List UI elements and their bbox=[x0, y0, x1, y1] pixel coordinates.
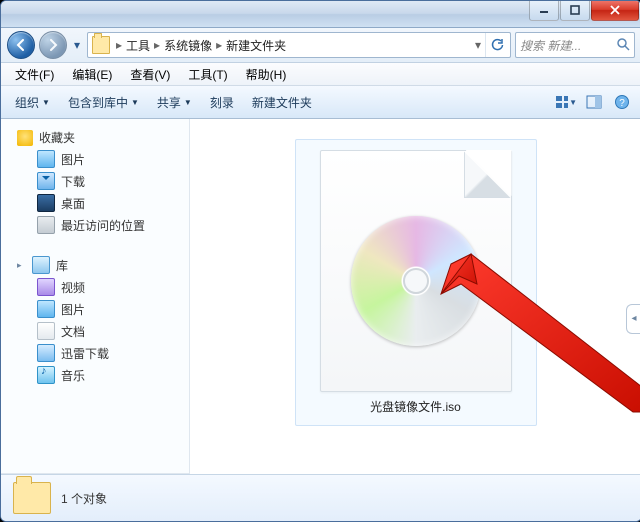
sidebar-item-label: 文档 bbox=[61, 323, 85, 340]
search-input[interactable]: 搜索 新建... bbox=[515, 32, 635, 58]
file-name-label: 光盘镜像文件.iso bbox=[370, 398, 461, 415]
page-fold-icon bbox=[464, 151, 511, 198]
organize-label: 组织 bbox=[15, 94, 39, 111]
new-folder-button[interactable]: 新建文件夹 bbox=[246, 92, 318, 113]
libraries-group: ▸ 库 视频 图片 文档 迅雷下载 bbox=[5, 254, 185, 386]
view-mode-button[interactable]: ▼ bbox=[555, 91, 577, 113]
sidebar-item-label: 最近访问的位置 bbox=[61, 217, 145, 234]
command-bar: 组织▼ 包含到库中▼ 共享▼ 刻录 新建文件夹 ▼ ? bbox=[1, 86, 640, 119]
sidebar-item-recent[interactable]: 最近访问的位置 bbox=[5, 214, 185, 236]
explorer-window: ▾ ▸ 工具 ▸ 系统镜像 ▸ 新建文件夹 ▾ 搜索 新建... 文件(F) 编… bbox=[0, 0, 640, 522]
menu-tools[interactable]: 工具(T) bbox=[180, 64, 235, 85]
sidebar-item-label: 下载 bbox=[61, 173, 85, 190]
iso-file-icon bbox=[320, 150, 512, 392]
libraries-header[interactable]: ▸ 库 bbox=[5, 254, 185, 276]
downloads-icon bbox=[37, 172, 55, 190]
favorites-label: 收藏夹 bbox=[39, 129, 75, 146]
status-text: 1 个对象 bbox=[61, 490, 107, 507]
share-label: 共享 bbox=[157, 94, 181, 111]
sidebar-item-thunder[interactable]: 迅雷下载 bbox=[5, 342, 185, 364]
share-button[interactable]: 共享▼ bbox=[151, 92, 198, 113]
music-icon bbox=[37, 366, 55, 384]
crumb-segment[interactable]: 工具 bbox=[126, 37, 150, 54]
sidebar-item-label: 迅雷下载 bbox=[61, 345, 109, 362]
search-placeholder: 搜索 新建... bbox=[520, 37, 581, 54]
pictures-icon bbox=[37, 150, 55, 168]
expand-icon[interactable]: ▸ bbox=[17, 260, 26, 271]
sidebar-item-label: 图片 bbox=[61, 151, 85, 168]
sidebar-item-desktop[interactable]: 桌面 bbox=[5, 192, 185, 214]
sidebar-item-videos[interactable]: 视频 bbox=[5, 276, 185, 298]
preview-pane-toggle[interactable]: ◂ bbox=[626, 304, 640, 334]
minimize-button[interactable] bbox=[529, 0, 559, 21]
address-bar[interactable]: ▸ 工具 ▸ 系统镜像 ▸ 新建文件夹 ▾ bbox=[87, 32, 511, 58]
menu-bar: 文件(F) 编辑(E) 查看(V) 工具(T) 帮助(H) bbox=[1, 63, 640, 86]
forward-button[interactable] bbox=[39, 31, 67, 59]
sidebar-item-label: 桌面 bbox=[61, 195, 85, 212]
sidebar-item-music[interactable]: 音乐 bbox=[5, 364, 185, 386]
libraries-label: 库 bbox=[56, 257, 68, 274]
thunder-icon bbox=[37, 344, 55, 362]
include-label: 包含到库中 bbox=[68, 94, 128, 111]
maximize-button[interactable] bbox=[560, 0, 590, 21]
documents-icon bbox=[37, 322, 55, 340]
help-button[interactable]: ? bbox=[611, 91, 633, 113]
favorites-group: 收藏夹 图片 下载 桌面 最近访问的位置 bbox=[5, 127, 185, 236]
chevron-down-icon[interactable]: ▾ bbox=[475, 38, 481, 52]
file-item[interactable]: 光盘镜像文件.iso bbox=[295, 139, 537, 426]
status-bar: 1 个对象 bbox=[1, 474, 640, 521]
preview-pane-button[interactable] bbox=[583, 91, 605, 113]
refresh-button[interactable] bbox=[485, 33, 508, 57]
sidebar-item-label: 音乐 bbox=[61, 367, 85, 384]
newfolder-label: 新建文件夹 bbox=[252, 94, 312, 111]
titlebar bbox=[1, 1, 640, 28]
file-list-pane[interactable]: 光盘镜像文件.iso ◂ bbox=[190, 119, 640, 474]
recent-icon bbox=[37, 216, 55, 234]
favorites-header[interactable]: 收藏夹 bbox=[5, 127, 185, 148]
chevron-right-icon: ▸ bbox=[216, 38, 222, 52]
pictures-icon bbox=[37, 300, 55, 318]
folder-icon bbox=[13, 482, 51, 514]
search-icon bbox=[616, 37, 630, 54]
menu-help[interactable]: 帮助(H) bbox=[238, 64, 295, 85]
menu-view[interactable]: 查看(V) bbox=[122, 64, 178, 85]
sidebar-item-label: 图片 bbox=[61, 301, 85, 318]
sidebar-item-pictures-lib[interactable]: 图片 bbox=[5, 298, 185, 320]
close-button[interactable] bbox=[591, 0, 639, 21]
library-icon bbox=[32, 256, 50, 274]
include-in-library-button[interactable]: 包含到库中▼ bbox=[62, 92, 145, 113]
sidebar-item-label: 视频 bbox=[61, 279, 85, 296]
chevron-right-icon: ▸ bbox=[116, 38, 122, 52]
menu-file[interactable]: 文件(F) bbox=[7, 64, 62, 85]
history-dropdown[interactable]: ▾ bbox=[71, 38, 83, 52]
menu-edit[interactable]: 编辑(E) bbox=[64, 64, 120, 85]
chevron-right-icon: ▸ bbox=[154, 38, 160, 52]
videos-icon bbox=[37, 278, 55, 296]
back-button[interactable] bbox=[7, 31, 35, 59]
burn-label: 刻录 bbox=[210, 94, 234, 111]
crumb-segment[interactable]: 系统镜像 bbox=[164, 37, 212, 54]
disc-icon bbox=[351, 216, 481, 346]
sidebar-item-pictures[interactable]: 图片 bbox=[5, 148, 185, 170]
star-icon bbox=[17, 130, 33, 146]
organize-button[interactable]: 组织▼ bbox=[9, 92, 56, 113]
desktop-icon bbox=[37, 194, 55, 212]
sidebar-item-downloads[interactable]: 下载 bbox=[5, 170, 185, 192]
svg-text:?: ? bbox=[619, 98, 625, 109]
explorer-body: 收藏夹 图片 下载 桌面 最近访问的位置 bbox=[1, 119, 640, 474]
folder-icon bbox=[92, 36, 110, 54]
crumb-segment[interactable]: 新建文件夹 bbox=[226, 37, 286, 54]
burn-button[interactable]: 刻录 bbox=[204, 92, 240, 113]
sidebar-item-documents[interactable]: 文档 bbox=[5, 320, 185, 342]
navigation-bar: ▾ ▸ 工具 ▸ 系统镜像 ▸ 新建文件夹 ▾ 搜索 新建... bbox=[1, 28, 640, 63]
navigation-pane[interactable]: 收藏夹 图片 下载 桌面 最近访问的位置 bbox=[1, 119, 190, 474]
